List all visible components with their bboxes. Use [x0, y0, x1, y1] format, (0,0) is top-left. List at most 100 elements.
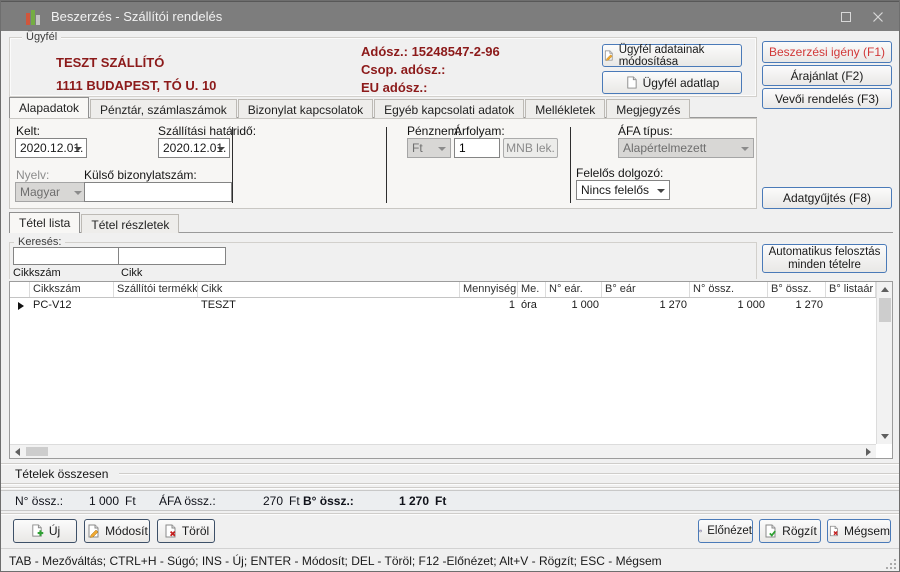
dropdown-arrow-icon — [657, 189, 665, 193]
kelt-dropdown[interactable]: 2020.12.01. — [15, 138, 87, 158]
window-title: Beszerzés - Szállítói rendelés — [51, 9, 222, 24]
arfolyam-input[interactable] — [454, 138, 500, 158]
divider — [1, 463, 899, 465]
title-bar: Beszerzés - Szállítói rendelés — [1, 1, 899, 31]
grid-header-b-ossz[interactable]: B° össz. — [768, 282, 826, 297]
tab-tetel-lista[interactable]: Tétel lista — [9, 212, 80, 233]
horizontal-scrollbar[interactable] — [10, 444, 876, 458]
modify-button[interactable]: Módosít — [84, 519, 150, 543]
divider — [1, 513, 899, 515]
purchase-request-label: Beszerzési igény (F1) — [769, 45, 885, 59]
tab-penztar-szamlaszamok[interactable]: Pénztár, számlaszámok — [90, 99, 237, 118]
nyelv-label: Nyelv: — [16, 168, 49, 182]
tab-mellekletek[interactable]: Mellékletek — [525, 99, 605, 118]
horizontal-scroll-thumb[interactable] — [26, 447, 48, 456]
cancel-button[interactable]: Mégsem — [827, 519, 891, 543]
grid-header-n-ossz[interactable]: N° össz. — [690, 282, 768, 297]
vertical-scroll-thumb[interactable] — [879, 298, 891, 322]
tax-number-line: Adósz.: 15248547-2-96 — [361, 44, 500, 59]
data-collection-button[interactable]: Adatgyűjtés (F8) — [762, 187, 892, 209]
new-button[interactable]: Új — [13, 519, 77, 543]
quote-button[interactable]: Árajánlat (F2) — [762, 65, 892, 86]
scroll-up-icon[interactable] — [877, 282, 893, 297]
net-total-unit: Ft — [125, 494, 136, 508]
felelos-dropdown[interactable]: Nincs felelős — [576, 180, 670, 200]
customer-order-button[interactable]: Vevői rendelés (F3) — [762, 88, 892, 109]
purchase-request-button[interactable]: Beszerzési igény (F1) — [762, 41, 892, 63]
client-group-label: Ügyfél — [22, 31, 61, 43]
afa-tipus-dropdown: Alapértelmezett — [618, 138, 754, 158]
tab-megjegyzes[interactable]: Megjegyzés — [606, 99, 690, 118]
cancel-x-icon — [828, 524, 839, 538]
tab-alapadatok[interactable]: Alapadatok — [9, 97, 89, 118]
new-label: Új — [49, 524, 60, 538]
szallitasi-dropdown[interactable]: 2020.12.01. — [158, 138, 230, 158]
delete-button[interactable]: Töröl — [157, 519, 215, 543]
status-bar: TAB - Mezőváltás; CTRL+H - Súgó; INS - Ú… — [1, 548, 899, 572]
felelos-label: Felelős dolgozó: — [576, 166, 663, 180]
search-cikk-label: Cikk — [121, 267, 142, 279]
resize-grip[interactable] — [885, 558, 897, 570]
dropdown-arrow-icon — [74, 191, 82, 195]
scroll-left-icon[interactable] — [10, 445, 25, 458]
tab-bizonylat-kapcsolatok[interactable]: Bizonylat kapcsolatok — [238, 99, 373, 118]
gross-total-unit: Ft — [435, 494, 446, 508]
penznem-value: Ft — [412, 141, 423, 155]
gross-total-label: B° össz.: — [303, 494, 354, 508]
app-window: Beszerzés - Szállítói rendelés Ügyfél TE… — [0, 0, 900, 572]
scroll-right-icon[interactable] — [861, 445, 876, 458]
cell-b-listaar — [826, 298, 876, 313]
alapadatok-panel: Kelt: 2020.12.01. Szállítási határidő: 2… — [9, 118, 757, 209]
table-row[interactable]: PC-V12 TESZT 1 óra 1 000 1 270 1 000 1 2… — [10, 298, 876, 313]
cell-cikkszam: PC-V12 — [30, 298, 114, 313]
penznem-dropdown: Ft — [407, 138, 451, 158]
mnb-button: MNB lek. — [503, 138, 558, 158]
grid-header-cikkszam[interactable]: Cikkszám — [30, 282, 114, 297]
main-tab-strip: Alapadatok Pénztár, számlaszámok Bizonyl… — [9, 97, 691, 118]
tab-egyeb-kapcsolati-adatok[interactable]: Egyéb kapcsolati adatok — [374, 99, 524, 118]
divider — [119, 473, 900, 475]
net-total-value: 1 000 — [61, 494, 119, 508]
search-cikkszam-input[interactable] — [13, 247, 119, 265]
szallitasi-label: Szállítási határidő: — [158, 124, 256, 138]
search-cikk-input[interactable] — [118, 247, 226, 265]
client-datasheet-button[interactable]: Ügyfél adatlap — [602, 71, 742, 94]
grid-header-me[interactable]: Me. — [518, 282, 546, 297]
cancel-label: Mégsem — [844, 524, 890, 538]
grid-header-b-ear[interactable]: B° eár — [602, 282, 690, 297]
form-separator — [570, 127, 571, 203]
status-text: TAB - Mezőváltás; CTRL+H - Súgó; INS - Ú… — [9, 554, 662, 568]
dropdown-arrow-icon — [74, 147, 82, 151]
grid-header-cikk[interactable]: Cikk — [198, 282, 460, 297]
preview-label: Előnézet — [707, 525, 752, 537]
save-label: Rögzít — [782, 524, 817, 538]
quote-label: Árajánlat (F2) — [791, 69, 864, 83]
grid-header-n-ear[interactable]: N° eár. — [546, 282, 602, 297]
cell-szallitoi-termekkod — [114, 298, 198, 313]
save-button[interactable]: Rögzít — [759, 519, 821, 543]
close-button[interactable] — [865, 8, 891, 26]
arfolyam-label: Árfolyam: — [454, 124, 505, 138]
cell-n-ear: 1 000 — [546, 298, 602, 313]
search-cikkszam-label: Cikkszám — [13, 267, 61, 279]
client-edit-button[interactable]: Ügyfél adatainak módosítása — [602, 44, 742, 67]
nyelv-value: Magyar — [20, 185, 60, 199]
totals-group-label: Tételek összesen — [15, 467, 112, 481]
preview-printer-icon — [699, 524, 702, 538]
cell-n-ossz: 1 000 — [690, 298, 768, 313]
scroll-down-icon[interactable] — [877, 429, 893, 444]
tab-tetel-reszletek[interactable]: Tétel részletek — [81, 214, 179, 233]
cell-b-ossz: 1 270 — [768, 298, 826, 313]
grid-header-szallitoi-termekkod[interactable]: Szállítói termékkód ( — [114, 282, 198, 297]
customer-order-label: Vevői rendelés (F3) — [775, 92, 879, 106]
kulso-bizonylatszam-input[interactable] — [84, 182, 232, 202]
grid-header-b-listaar[interactable]: B° listaár — [826, 282, 876, 297]
maximize-button[interactable] — [833, 8, 859, 26]
cell-cikk: TESZT — [198, 298, 460, 313]
vertical-scrollbar[interactable] — [876, 282, 892, 444]
preview-button[interactable]: Előnézet — [698, 519, 753, 543]
tax-number-value: 15248547-2-96 — [412, 44, 500, 59]
grid-header-mennyiseg[interactable]: Mennyiség — [460, 282, 518, 297]
auto-split-button[interactable]: Automatikus felosztás minden tételre — [762, 244, 887, 273]
tax-number-label: Adósz.: — [361, 44, 408, 59]
